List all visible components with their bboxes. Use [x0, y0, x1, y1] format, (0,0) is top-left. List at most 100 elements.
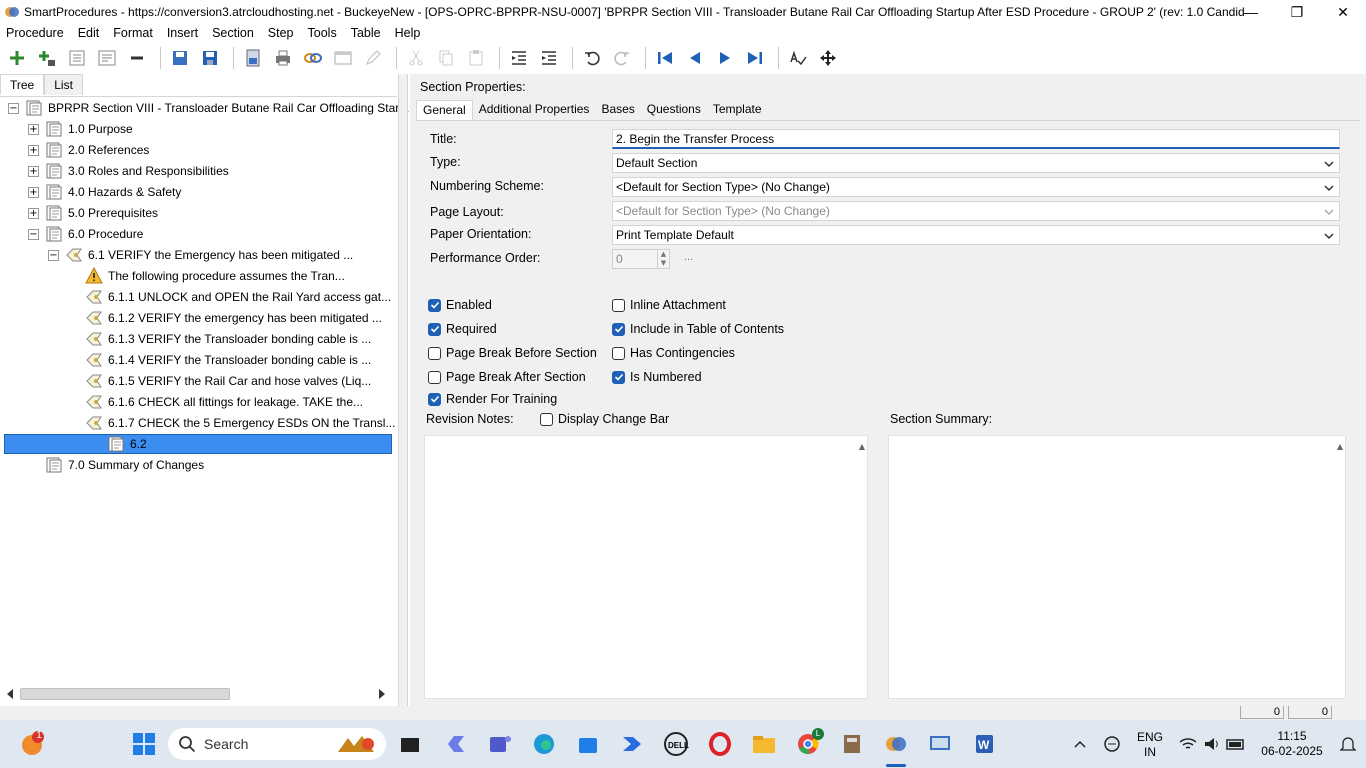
smartprocedures-taskbar-icon[interactable] [882, 730, 910, 758]
remove-icon[interactable] [124, 45, 150, 71]
save-icon[interactable] [197, 45, 223, 71]
remote-desktop-icon[interactable] [926, 730, 954, 758]
expand-icon[interactable]: + [28, 123, 39, 135]
word-icon[interactable]: W [970, 730, 998, 758]
copilot-icon[interactable] [442, 730, 470, 758]
edit-disabled-icon[interactable] [360, 45, 386, 71]
tree-item[interactable]: +4.0 Hazards & Safety [28, 182, 181, 202]
tab-bases[interactable]: Bases [595, 100, 640, 120]
scroll-right-icon[interactable] [378, 689, 386, 699]
expand-icon[interactable]: + [28, 186, 39, 198]
type-select[interactable]: Default Section [612, 153, 1340, 173]
menu-procedure[interactable]: Procedure [0, 26, 71, 40]
expand-icon[interactable]: + [28, 207, 39, 219]
page-break-after-checkbox[interactable]: Page Break After Section [428, 370, 586, 384]
print-icon[interactable] [270, 45, 296, 71]
tree-item[interactable]: +3.0 Roles and Responsibilities [28, 161, 229, 181]
maximize-button[interactable]: ❐ [1274, 0, 1320, 24]
tree-item[interactable]: +1.0 Purpose [28, 119, 133, 139]
window-icon[interactable] [330, 45, 356, 71]
display-change-bar-checkbox[interactable]: Display Change Bar [540, 412, 669, 426]
list-icon[interactable] [64, 45, 90, 71]
menu-table[interactable]: Table [344, 26, 388, 40]
pane-splitter[interactable] [398, 74, 408, 706]
collapse-icon[interactable]: − [28, 228, 39, 240]
tree-item[interactable]: 6.1.5 VERIFY the Rail Car and hose valve… [68, 371, 371, 391]
render-for-training-checkbox[interactable]: Render For Training [428, 392, 557, 406]
store-icon[interactable] [574, 730, 602, 758]
clock[interactable]: 11:15 06-02-2025 [1254, 729, 1330, 759]
tab-questions[interactable]: Questions [641, 100, 707, 120]
tree-item[interactable]: − 6.0 Procedure [28, 224, 143, 244]
section-summary-textarea[interactable]: ▲ [888, 435, 1346, 699]
outdent-icon[interactable] [506, 45, 532, 71]
paper-orientation-select[interactable]: Print Template Default [612, 225, 1340, 245]
redo-icon[interactable] [609, 45, 635, 71]
tree-item[interactable]: +2.0 References [28, 140, 149, 160]
tree-item[interactable]: 6.1.6 CHECK all fittings for leakage. TA… [68, 392, 363, 412]
scrollbar-thumb[interactable] [20, 688, 230, 700]
app-shortcut-icon[interactable] [838, 730, 866, 758]
menu-help[interactable]: Help [388, 26, 428, 40]
next-icon[interactable] [712, 45, 738, 71]
menu-step[interactable]: Step [261, 26, 301, 40]
menu-edit[interactable]: Edit [71, 26, 107, 40]
tab-list[interactable]: List [44, 74, 83, 95]
tree-item[interactable]: 6.1.2 VERIFY the emergency has been miti… [68, 308, 382, 328]
tree-item[interactable]: +5.0 Prerequisites [28, 203, 158, 223]
chevron-up-icon[interactable] [1066, 730, 1094, 758]
expand-icon[interactable]: + [28, 165, 39, 177]
include-toc-checkbox[interactable]: Include in Table of Contents [612, 322, 784, 336]
previous-icon[interactable] [682, 45, 708, 71]
tree-item[interactable]: − BPRPR Section VIII - Transloader Butane… [8, 98, 413, 118]
collapse-icon[interactable]: − [48, 249, 59, 261]
enabled-checkbox[interactable]: Enabled [428, 298, 492, 312]
dell-icon[interactable]: DELL [662, 730, 690, 758]
save-all-icon[interactable] [167, 45, 193, 71]
title-input[interactable]: 2. Begin the Transfer Process [612, 129, 1340, 149]
move-icon[interactable] [815, 45, 841, 71]
tree-item[interactable]: − 6.1 VERIFY the Emergency has been mitig… [48, 245, 353, 265]
tree-item[interactable]: 6.1.4 VERIFY the Transloader bonding cab… [68, 350, 371, 370]
expand-icon[interactable]: + [28, 144, 39, 156]
tree-item-selected[interactable]: 6.2 [4, 434, 392, 454]
indent-icon[interactable] [536, 45, 562, 71]
tree-item[interactable]: 6.1.1 UNLOCK and OPEN the Rail Yard acce… [68, 287, 391, 307]
tab-general[interactable]: General [416, 100, 473, 120]
menu-section[interactable]: Section [205, 26, 261, 40]
menu-insert[interactable]: Insert [160, 26, 205, 40]
scroll-left-icon[interactable] [6, 689, 14, 699]
revision-notes-textarea[interactable]: ▲ [424, 435, 868, 699]
cut-icon[interactable] [403, 45, 429, 71]
spin-arrows-icon[interactable]: ▲ ▼ [657, 250, 669, 268]
tree-item[interactable]: 7.0 Summary of Changes [28, 455, 204, 475]
undo-icon[interactable] [579, 45, 605, 71]
first-icon[interactable] [652, 45, 678, 71]
inline-attachment-checkbox[interactable]: Inline Attachment [612, 298, 726, 312]
network-status-icon[interactable] [1098, 730, 1126, 758]
horizontal-scrollbar[interactable] [4, 686, 388, 702]
language-indicator[interactable]: ENG IN [1130, 730, 1170, 760]
last-icon[interactable] [742, 45, 768, 71]
tab-template[interactable]: Template [707, 100, 768, 120]
opera-icon[interactable] [706, 730, 734, 758]
menu-tools[interactable]: Tools [301, 26, 344, 40]
task-view-icon[interactable] [396, 730, 424, 758]
required-checkbox[interactable]: Required [428, 322, 497, 336]
has-contingencies-checkbox[interactable]: Has Contingencies [612, 346, 735, 360]
scroll-up-icon[interactable]: ▲ [859, 442, 865, 451]
tree-item[interactable]: 6.1.3 VERIFY the Transloader bonding cab… [68, 329, 371, 349]
link-icon[interactable] [300, 45, 326, 71]
battery-icon[interactable] [1222, 730, 1250, 758]
menu-format[interactable]: Format [106, 26, 160, 40]
is-numbered-checkbox[interactable]: Is Numbered [612, 370, 702, 384]
windows-start-icon[interactable] [130, 730, 158, 758]
minimize-button[interactable]: — [1228, 0, 1274, 24]
taskbar-search-input[interactable]: Search [168, 728, 386, 760]
close-button[interactable]: ✕ [1320, 0, 1366, 24]
teams-icon[interactable] [486, 730, 514, 758]
performance-order-stepper[interactable]: 0 ▲ ▼ [612, 249, 670, 269]
numbering-scheme-select[interactable]: <Default for Section Type> (No Change) [612, 177, 1340, 197]
file-explorer-icon[interactable] [750, 730, 778, 758]
export-icon[interactable] [240, 45, 266, 71]
